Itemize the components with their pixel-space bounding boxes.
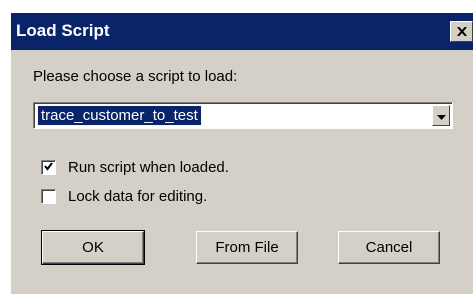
close-button[interactable] — [450, 21, 473, 42]
lock-data-checkbox[interactable] — [41, 188, 56, 204]
from-file-button[interactable]: From File — [196, 231, 298, 264]
chevron-down-icon — [436, 107, 446, 125]
dropdown-button[interactable] — [432, 105, 450, 126]
dialog-title: Load Script — [16, 21, 110, 40]
close-icon — [456, 27, 467, 36]
run-script-option[interactable]: Run script when loaded. — [41, 158, 229, 176]
script-select[interactable]: trace_customer_to_test — [33, 102, 453, 129]
title-bar: Load Script — [11, 13, 473, 50]
checkmark-icon — [44, 158, 53, 176]
script-select-value: trace_customer_to_test — [37, 105, 202, 126]
lock-data-label: Lock data for editing. — [68, 187, 208, 205]
run-script-checkbox[interactable] — [41, 158, 56, 176]
prompt-label: Please choose a script to load: — [33, 68, 238, 85]
run-script-label: Run script when loaded. — [68, 158, 229, 176]
ok-button[interactable]: OK — [41, 230, 145, 265]
cancel-button[interactable]: Cancel — [338, 231, 440, 264]
load-script-dialog: Load Script Please choose a script to lo… — [10, 12, 473, 294]
lock-data-option[interactable]: Lock data for editing. — [41, 187, 207, 205]
